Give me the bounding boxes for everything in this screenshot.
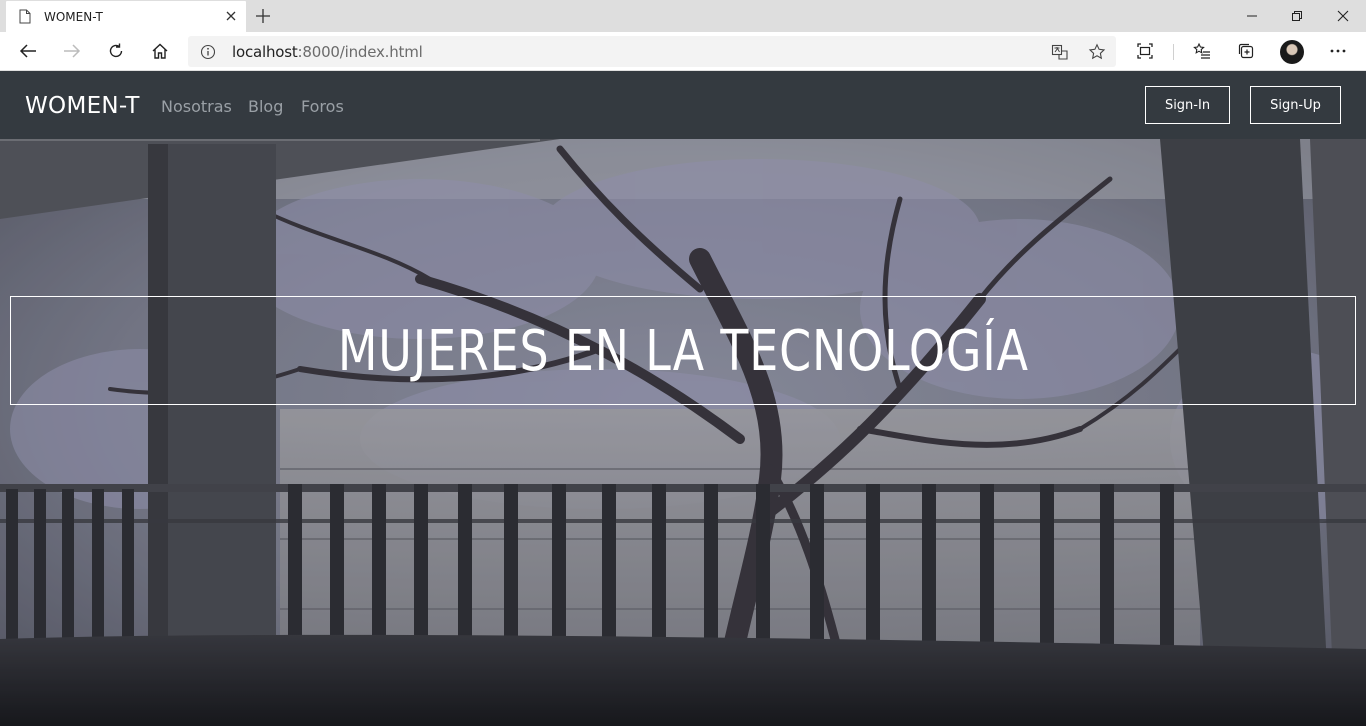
page-icon — [19, 9, 31, 24]
minimize-button[interactable] — [1229, 0, 1275, 32]
refresh-button[interactable] — [100, 37, 132, 65]
sign-up-button[interactable]: Sign-Up — [1250, 86, 1341, 124]
browser-tab[interactable]: WOMEN-T — [6, 1, 246, 32]
sign-in-button[interactable]: Sign-In — [1145, 86, 1230, 124]
tab-title: WOMEN-T — [44, 9, 103, 24]
forward-arrow-icon — [64, 44, 81, 58]
browser-toolbar: localhost:8000/index.html — [0, 32, 1366, 71]
browser-tab-strip: WOMEN-T — [0, 0, 1366, 32]
info-icon[interactable] — [200, 44, 216, 60]
back-button[interactable] — [12, 37, 44, 65]
immersive-reader-button[interactable] — [1129, 37, 1161, 65]
immersive-reader-icon — [1137, 43, 1153, 59]
hero-section: MUJERES EN LA TECNOLOGÍA — [0, 139, 1366, 726]
home-button[interactable] — [144, 37, 176, 65]
nav-link-nosotras[interactable]: Nosotras — [161, 97, 232, 116]
hero-background-image — [0, 139, 1366, 726]
hero-title-frame: MUJERES EN LA TECNOLOGÍA — [10, 296, 1356, 405]
refresh-icon — [109, 43, 123, 58]
url-host: localhost — [232, 43, 298, 61]
nav-link-foros[interactable]: Foros — [301, 97, 344, 116]
minimize-icon — [1247, 15, 1257, 17]
translate-icon[interactable] — [1051, 43, 1069, 61]
back-arrow-icon — [19, 44, 36, 58]
restore-button[interactable] — [1274, 0, 1320, 32]
brand-link[interactable]: WOMEN-T — [25, 93, 140, 119]
favorites-button[interactable] — [1186, 37, 1218, 65]
site-navbar: WOMEN-T Nosotras Blog Foros Sign-In Sign… — [0, 71, 1366, 139]
forward-button[interactable] — [56, 37, 88, 65]
favorites-list-icon — [1193, 42, 1210, 59]
web-page: WOMEN-T Nosotras Blog Foros Sign-In Sign… — [0, 71, 1366, 726]
more-button[interactable] — [1322, 37, 1354, 65]
collections-button[interactable] — [1230, 37, 1262, 65]
close-icon[interactable] — [224, 9, 238, 23]
toolbar-separator — [1173, 44, 1174, 60]
nav-link-blog[interactable]: Blog — [248, 97, 283, 116]
home-icon — [152, 43, 168, 59]
window-close-button[interactable] — [1320, 0, 1366, 32]
collections-icon — [1238, 43, 1254, 59]
close-icon — [1337, 10, 1349, 22]
plus-icon[interactable] — [253, 6, 273, 26]
address-bar[interactable]: localhost:8000/index.html — [188, 36, 1116, 67]
more-icon — [1330, 49, 1346, 53]
restore-icon — [1292, 11, 1302, 21]
hero-title: MUJERES EN LA TECNOLOGÍA — [337, 319, 1029, 384]
url-path: :8000/index.html — [297, 43, 423, 61]
url-text[interactable]: localhost:8000/index.html — [232, 43, 423, 61]
profile-avatar[interactable] — [1280, 40, 1304, 64]
star-icon[interactable] — [1088, 43, 1106, 61]
